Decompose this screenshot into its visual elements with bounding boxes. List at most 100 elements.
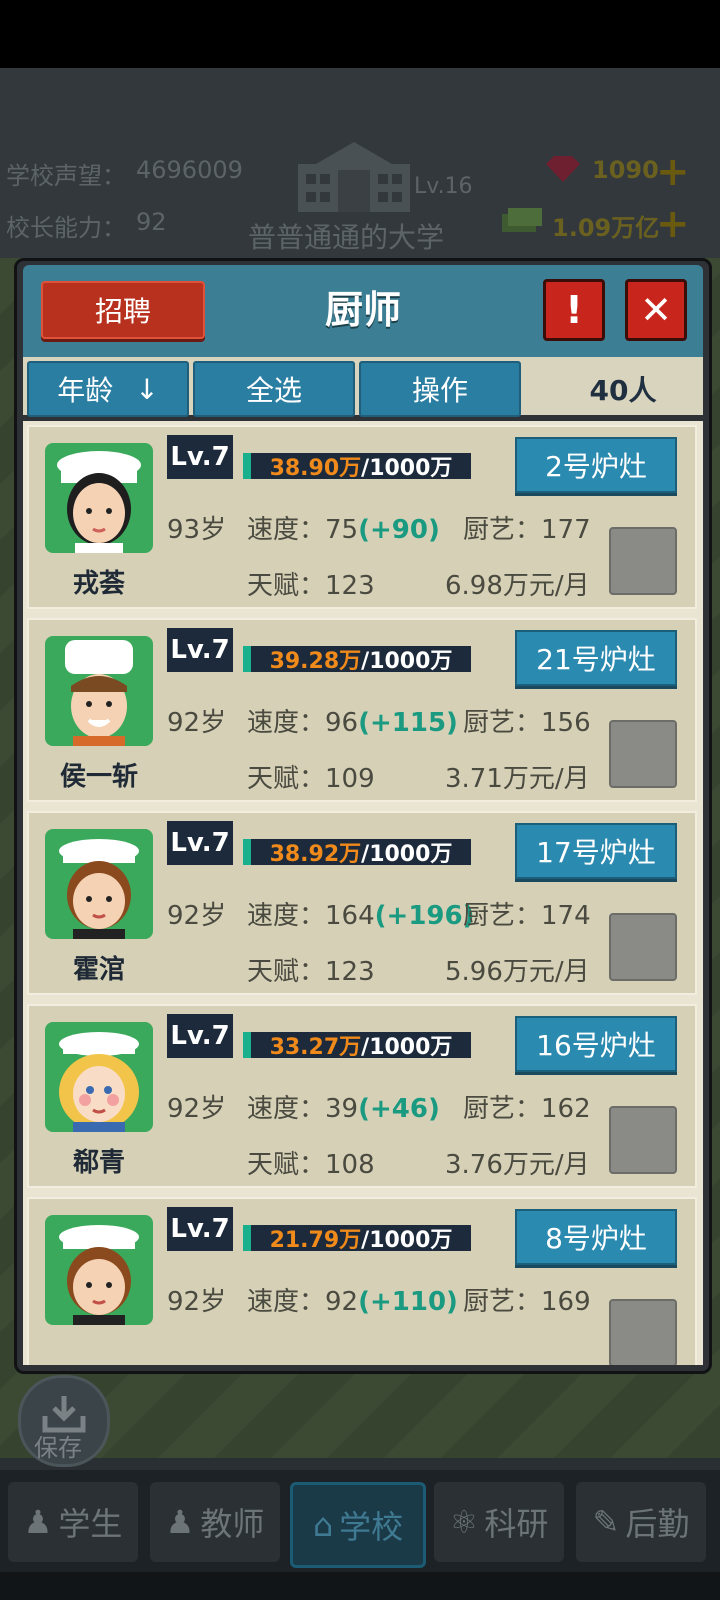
exp-max: /1000万 [361, 842, 453, 867]
alert-button[interactable]: ! [543, 279, 605, 341]
principal-value: 92 [136, 208, 167, 236]
school-name: 普普通通的大学 [248, 221, 445, 254]
panel-title: 厨师 [324, 288, 401, 332]
select-checkbox[interactable] [609, 720, 677, 788]
speed-bonus: (+115) [358, 708, 458, 738]
select-all-button[interactable]: 全选 [193, 361, 355, 417]
skill-value: 174 [541, 901, 591, 931]
stove-button[interactable]: 21号炉灶 [515, 630, 677, 686]
salary: 3.71万元/月 [445, 764, 590, 794]
student-icon: ♟ [23, 1503, 53, 1541]
skill-stat: 厨艺：169 [463, 1281, 591, 1318]
level-badge: Lv.7 [167, 435, 233, 479]
skill-stat: 厨艺：177 [463, 509, 591, 546]
chef-card[interactable]: 霍涫 Lv.7 38.92万/1000万 17号炉灶 92岁 速度：164(+1… [27, 811, 697, 995]
select-checkbox[interactable] [609, 1299, 677, 1365]
reputation-value: 4696009 [136, 156, 243, 184]
exp-current: 38.90万 [269, 456, 362, 481]
skill-value: 177 [541, 515, 591, 545]
exp-max: /1000万 [361, 456, 453, 481]
exp-current: 33.27万 [269, 1035, 362, 1060]
operate-button[interactable]: 操作 [359, 361, 521, 417]
speed-stat: 速度：92(+110) [247, 1281, 458, 1318]
school-building-icon [298, 142, 410, 212]
speed-label: 速度： [247, 1094, 326, 1124]
skill-label: 厨艺： [463, 1094, 542, 1124]
skill-stat: 厨艺：162 [463, 1088, 591, 1125]
nav-teachers[interactable]: ♟ 教师 [150, 1482, 280, 1562]
school-icon: ⌂ [312, 1506, 334, 1544]
talent-stat: 天赋：123 [247, 951, 375, 988]
nav-logistics-label: 后勤 [625, 1505, 690, 1543]
talent-value: 123 [325, 957, 375, 987]
exp-bar: 39.28万/1000万 [243, 646, 471, 674]
exp-bar: 38.90万/1000万 [243, 453, 471, 481]
chef-card[interactable]: 郗青 Lv.7 33.27万/1000万 16号炉灶 92岁 速度：39(+46… [27, 1004, 697, 1188]
skill-label: 厨艺： [463, 515, 542, 545]
speed-bonus: (+46) [358, 1094, 440, 1124]
exp-current: 38.92万 [269, 842, 362, 867]
talent-label: 天赋： [247, 571, 326, 601]
status-bar [0, 0, 720, 68]
salary: 3.76万元/月 [445, 1150, 590, 1180]
stove-button[interactable]: 16号炉灶 [515, 1016, 677, 1072]
sort-age-button[interactable]: 年龄 ↓ [27, 361, 189, 417]
nav-students-label: 学生 [58, 1505, 123, 1543]
talent-stat: 天赋：108 [247, 1144, 375, 1181]
talent-stat: 天赋：123 [247, 565, 375, 602]
select-checkbox[interactable] [609, 527, 677, 595]
nav-school[interactable]: ⌂ 学校 [290, 1482, 426, 1568]
nav-logistics[interactable]: ✎ 后勤 [576, 1482, 706, 1562]
level-badge: Lv.7 [167, 628, 233, 672]
nav-teachers-label: 教师 [200, 1505, 265, 1543]
gem-count: 1090 [592, 156, 659, 184]
stove-button[interactable]: 8号炉灶 [515, 1209, 677, 1265]
nav-students[interactable]: ♟ 学生 [8, 1482, 138, 1562]
system-nav-bar [0, 1572, 720, 1600]
select-checkbox[interactable] [609, 1106, 677, 1174]
speed-value: 96 [325, 708, 359, 738]
close-button[interactable]: ✕ [625, 279, 687, 341]
add-gems-icon[interactable]: + [656, 152, 690, 192]
chef-card[interactable]: Lv.7 21.79万/1000万 8号炉灶 92岁 速度：92(+110) 厨… [27, 1197, 697, 1365]
recruit-button[interactable]: 招聘 [41, 281, 205, 339]
chef-panel: 招聘 厨师 ! ✕ 年龄 ↓ 全选 操作 40人 戎荟 Lv.7 38.90万 … [14, 258, 712, 1374]
speed-value: 92 [325, 1287, 359, 1317]
nav-research[interactable]: ⚛ 科研 [434, 1482, 564, 1562]
stove-button[interactable]: 2号炉灶 [515, 437, 677, 493]
exp-bar: 21.79万/1000万 [243, 1225, 471, 1253]
skill-value: 156 [541, 708, 591, 738]
select-checkbox[interactable] [609, 913, 677, 981]
speed-label: 速度： [247, 515, 326, 545]
save-label: 保存 [34, 1434, 82, 1462]
exp-current: 21.79万 [269, 1228, 362, 1253]
salary: 6.98万元/月 [445, 571, 590, 601]
stove-button[interactable]: 17号炉灶 [515, 823, 677, 879]
money-count: 1.09万亿 [552, 214, 660, 242]
chef-age: 92岁 [167, 1287, 227, 1317]
gem-icon [546, 156, 580, 182]
skill-value: 162 [541, 1094, 591, 1124]
speed-value: 39 [325, 1094, 359, 1124]
speed-bonus: (+110) [358, 1287, 458, 1317]
level-badge: Lv.7 [167, 1207, 233, 1251]
chef-avatar [45, 829, 153, 939]
chef-card[interactable]: 戎荟 Lv.7 38.90万/1000万 2号炉灶 93岁 速度：75(+90)… [27, 425, 697, 609]
talent-value: 108 [325, 1150, 375, 1180]
exp-bar: 33.27万/1000万 [243, 1032, 471, 1060]
principal-label: 校长能力： [6, 214, 126, 242]
chef-list[interactable]: 戎荟 Lv.7 38.90万/1000万 2号炉灶 93岁 速度：75(+90)… [23, 421, 703, 1365]
add-money-icon[interactable]: + [656, 204, 690, 244]
speed-label: 速度： [247, 1287, 326, 1317]
skill-label: 厨艺： [463, 901, 542, 931]
skill-stat: 厨艺：174 [463, 895, 591, 932]
chef-age: 93岁 [167, 515, 227, 545]
speed-bonus: (+196) [374, 901, 475, 931]
chef-card[interactable]: 侯一斩 Lv.7 39.28万/1000万 21号炉灶 92岁 速度：96(+1… [27, 618, 697, 802]
talent-label: 天赋： [247, 1150, 326, 1180]
exp-max: /1000万 [361, 1228, 453, 1253]
teacher-icon: ♟ [165, 1503, 195, 1541]
exp-max: /1000万 [361, 1035, 453, 1060]
speed-label: 速度： [247, 901, 326, 931]
level-badge: Lv.7 [167, 821, 233, 865]
